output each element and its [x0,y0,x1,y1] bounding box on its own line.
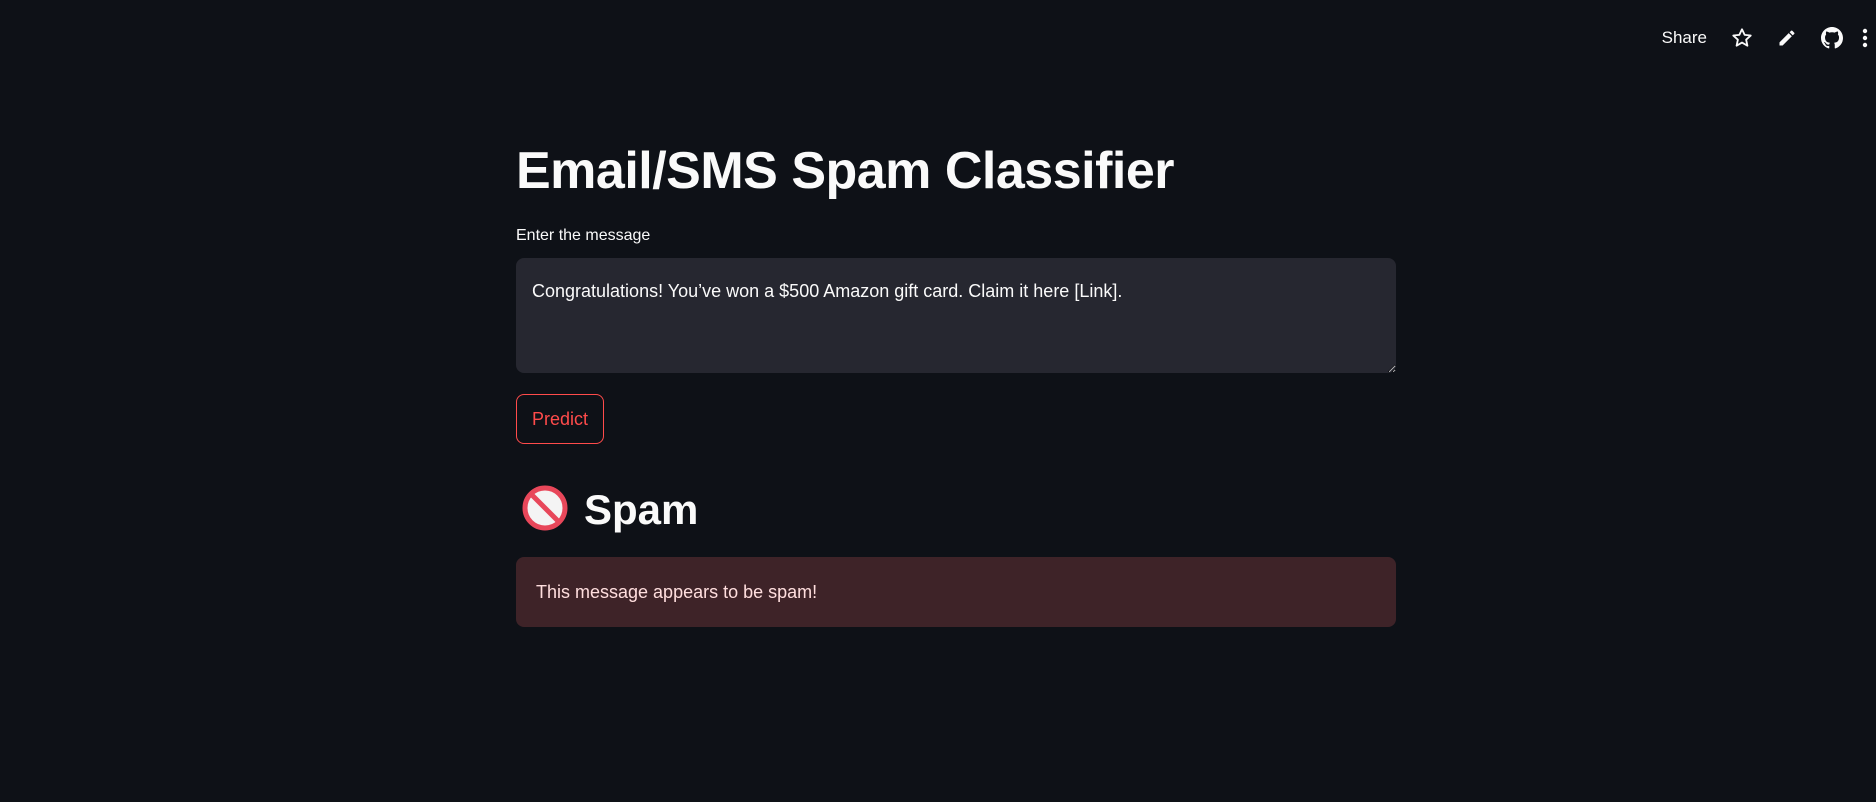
app-page: Share Email/SMS Spam Classifier Enter th… [0,0,1876,802]
top-toolbar: Share [1650,22,1876,54]
message-input-label: Enter the message [516,227,651,244]
no-entry-icon [522,485,568,536]
github-icon[interactable] [1809,22,1854,54]
pencil-icon[interactable] [1764,22,1809,54]
page-title: Email/SMS Spam Classifier [516,142,1175,200]
more-vertical-icon[interactable] [1854,22,1876,54]
result-heading: Spam [522,480,698,540]
message-textarea[interactable] [516,258,1396,373]
predict-button[interactable]: Predict [516,394,605,444]
spam-alert: This message appears to be spam! [516,557,1396,627]
result-label: Spam [584,486,699,533]
alert-text: This message appears to be spam! [536,581,818,602]
star-icon[interactable] [1719,22,1764,54]
share-button[interactable]: Share [1650,28,1719,48]
